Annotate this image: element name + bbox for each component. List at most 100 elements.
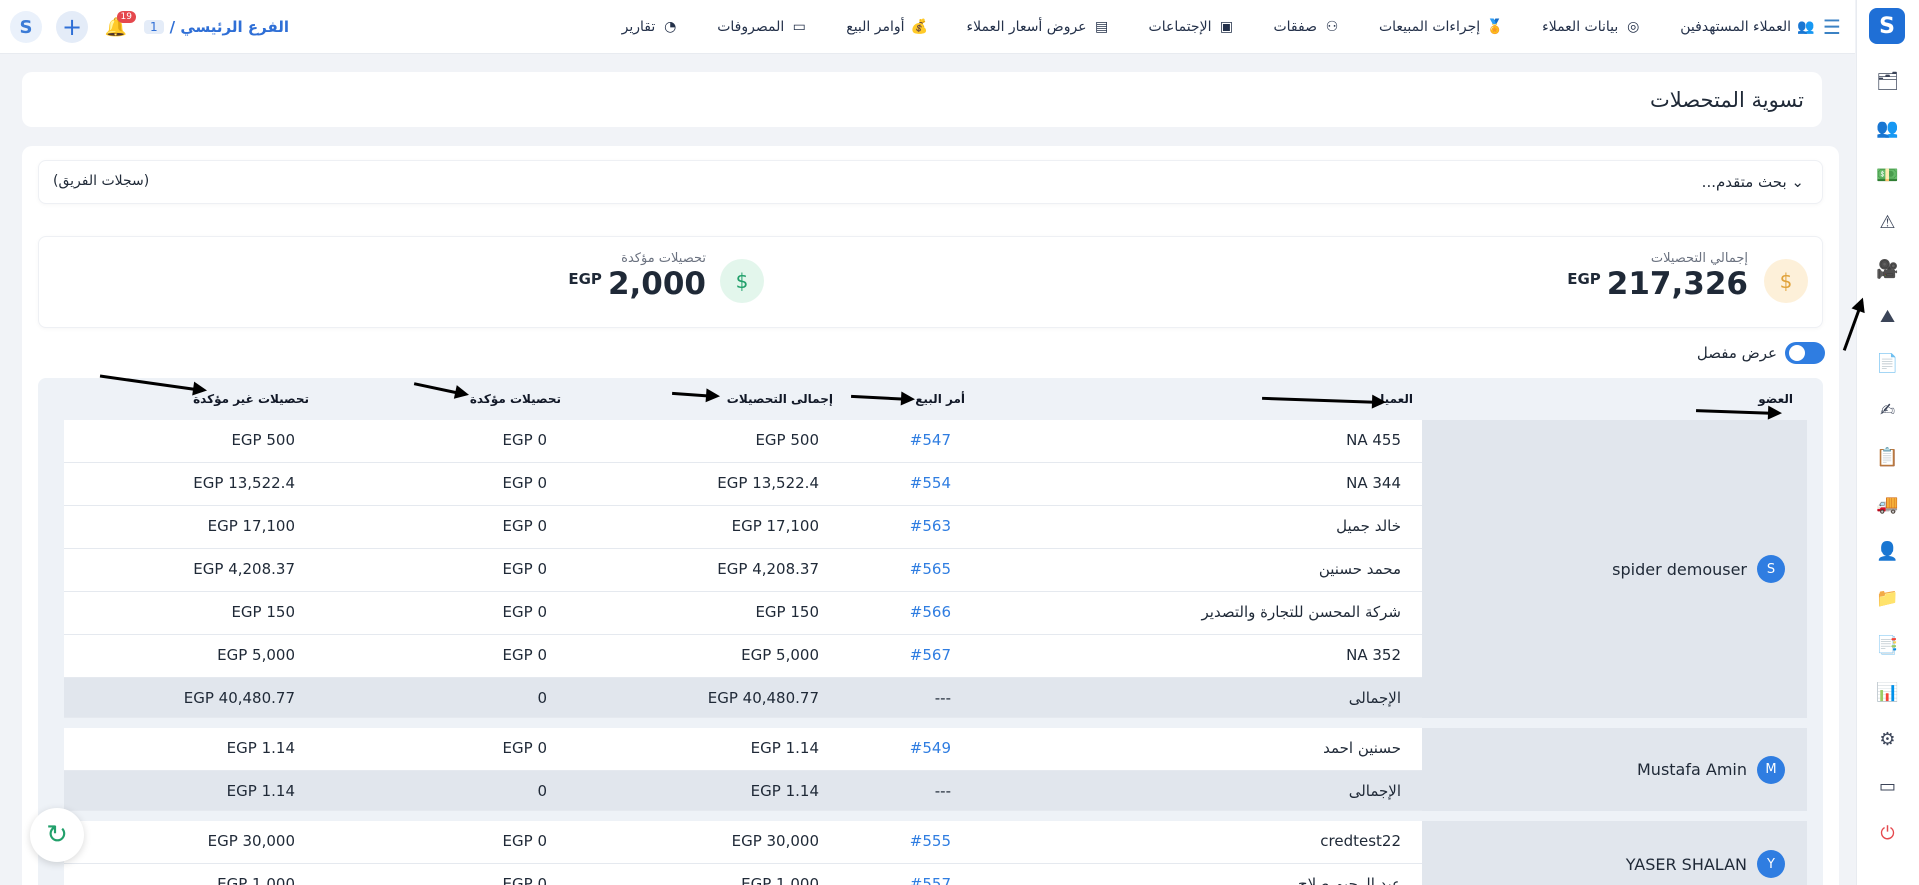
- sidebar-team-icon[interactable]: 👥: [1876, 105, 1898, 152]
- cell-order[interactable]: #567: [910, 646, 951, 664]
- avatar: S: [1757, 555, 1785, 583]
- cell-order[interactable]: #563: [910, 517, 951, 535]
- cell-unconfirmed: EGP 40,480.77: [183, 689, 295, 707]
- nav-item-label: المصروفات: [717, 18, 785, 35]
- sidebar-sign-icon[interactable]: ✍: [1880, 387, 1895, 434]
- sidebar-warning-icon[interactable]: ⚠: [1879, 199, 1895, 246]
- nav-item-8[interactable]: ◔ تقارير: [622, 18, 680, 36]
- nav-item-2[interactable]: 🏅 إجراءات المبيعات: [1379, 18, 1504, 36]
- sidebar-approval-icon[interactable]: 📑: [1876, 622, 1898, 669]
- cell-order[interactable]: #554: [910, 474, 951, 492]
- cell-customer: NA 455: [1346, 431, 1401, 449]
- nav-item-7[interactable]: ▭ المصروفات: [717, 18, 808, 36]
- sidebar-settings-icon[interactable]: ⚙: [1879, 716, 1895, 763]
- sidebar-user-settings-icon[interactable]: 👤: [1876, 528, 1898, 575]
- table-row: NA 352 #567 EGP 5,000 EGP 0 EGP 5,000: [64, 635, 1424, 678]
- cell-confirmed: EGP 0: [502, 431, 547, 449]
- sidebar-truck-icon[interactable]: 🚚: [1876, 481, 1898, 528]
- table-total-row: الإجمالى --- EGP 1.14 0 EGP 1.14: [64, 771, 1424, 811]
- sidebar-money-icon[interactable]: 💵: [1876, 152, 1898, 199]
- advanced-search-bar[interactable]: ⌄ بحث متقدم... (سجلات الفريق): [38, 160, 1823, 204]
- add-button[interactable]: +: [56, 11, 88, 43]
- advanced-search-toggle[interactable]: ⌄ بحث متقدم...: [1702, 173, 1804, 191]
- member-cell: Mustafa Amin M: [1422, 728, 1807, 811]
- cell-customer: محمد حسنين: [1318, 560, 1401, 578]
- sales-orders-icon: 💰: [910, 18, 929, 35]
- cell-order[interactable]: #555: [910, 832, 951, 850]
- cell-order[interactable]: #547: [910, 431, 951, 449]
- sidebar-file-settings-icon[interactable]: 🗂: [1876, 58, 1899, 105]
- cell-order[interactable]: #566: [910, 603, 951, 621]
- cell-order[interactable]: #565: [910, 560, 951, 578]
- table-row: شركة المحسن للتجارة والتصدير #566 EGP 150 E…: [64, 592, 1424, 635]
- meetings-icon: ▣: [1219, 18, 1234, 35]
- sidebar-logout-icon[interactable]: ⏻: [1880, 810, 1894, 857]
- table-header: العضو العميل أمر البيع إجمالى التحصيلات …: [38, 378, 1823, 420]
- cell-order: ---: [934, 782, 951, 800]
- nav-item-label: تقارير: [621, 18, 656, 35]
- cell-customer: الإجمالى: [1348, 782, 1401, 800]
- cell-confirmed: 0: [537, 689, 547, 707]
- cell-customer: خالد جميل: [1336, 517, 1401, 535]
- cell-order[interactable]: #549: [910, 739, 951, 757]
- chevron-down-icon: ⌄: [1791, 173, 1804, 191]
- branch-number: 1: [144, 20, 164, 34]
- collections-total-icon: $: [1764, 259, 1808, 303]
- customer-data-icon: ◎: [1627, 18, 1640, 35]
- detailed-view-toggle[interactable]: [1785, 342, 1825, 364]
- detailed-view-toggle-row: عرض مفصل: [1697, 342, 1825, 364]
- cell-customer: الإجمالى: [1348, 689, 1401, 707]
- total-collections-label: إجمالي التحصيلات: [1650, 251, 1748, 266]
- cell-confirmed: 0: [537, 782, 547, 800]
- sidebar-reports-icon[interactable]: 📊: [1876, 669, 1898, 716]
- page-title-card: تسوية المتحصلات: [22, 72, 1822, 127]
- stats-panel: $ إجمالي التحصيلات 217,326 EGP $ تحصيلات …: [38, 236, 1823, 328]
- table-total-row: الإجمالى --- EGP 40,480.77 0 EGP 40,480.77: [64, 678, 1424, 718]
- main-card: ⌄ بحث متقدم... (سجلات الفريق) $ إجمالي ا…: [22, 146, 1839, 885]
- cell-unconfirmed: EGP 500: [231, 431, 295, 449]
- cell-customer: NA 344: [1346, 474, 1401, 492]
- main-nav: 👥 العملاء المستهدفين ◎ بيانات العملاء 🏅 إجراء…: [584, 18, 1815, 36]
- cell-order[interactable]: #557: [910, 875, 951, 885]
- nav-item-label: بيانات العملاء: [1542, 18, 1619, 35]
- cell-customer: credtest22: [1320, 832, 1401, 850]
- header-order: أمر البيع: [915, 392, 965, 406]
- nav-item-4[interactable]: ▣ الإجتماعات: [1149, 18, 1236, 36]
- notification-badge: 19: [116, 11, 136, 23]
- sidebar-invoice-icon[interactable]: 📄: [1876, 340, 1898, 387]
- cell-confirmed: EGP 0: [502, 646, 547, 664]
- sidebar: S 🗂 👥 💵 ⚠ 🎥 ⛰ 📄 ✍ 📋 🚚 👤 📁 📑 📊 ⚙ ▭ ⏻: [1856, 0, 1919, 885]
- menu-icon[interactable]: ☰: [1815, 10, 1849, 44]
- sidebar-mountain-icon[interactable]: ⛰: [1880, 293, 1895, 340]
- loading-spinner-icon: ↻: [30, 808, 84, 862]
- total-collections-stat: إجمالي التحصيلات 217,326 EGP: [1567, 251, 1748, 302]
- brand-logo-icon[interactable]: S: [1869, 8, 1905, 44]
- app-logo-icon[interactable]: S: [10, 11, 42, 43]
- nav-item-3[interactable]: ⚇ صفقات: [1273, 18, 1341, 36]
- nav-item-label: العملاء المستهدفين: [1680, 18, 1791, 35]
- table-row: NA 344 #554 EGP 13,522.4 EGP 0 EGP 13,522.4: [64, 463, 1424, 506]
- nav-item-6[interactable]: 💰 أوامر البيع: [846, 18, 928, 36]
- sidebar-add-file-icon[interactable]: 📁: [1876, 575, 1898, 622]
- table-row: NA 455 #547 EGP 500 EGP 0 EGP 500: [64, 420, 1424, 463]
- cell-confirmed: EGP 0: [502, 603, 547, 621]
- nav-item-1[interactable]: ◎ بيانات العملاء: [1542, 18, 1642, 36]
- nav-item-5[interactable]: ▤ عروض أسعار العملاء: [967, 18, 1111, 36]
- header-total: إجمالى التحصيلات: [726, 392, 833, 406]
- sidebar-document-icon[interactable]: 📋: [1876, 434, 1898, 481]
- cell-customer: عبد الرحيم صلاح: [1297, 875, 1401, 885]
- sidebar-window-icon[interactable]: ▭: [1879, 763, 1896, 810]
- cell-total: EGP 4,208.37: [717, 560, 819, 578]
- branch-selector[interactable]: الفرع الرئيسي / 1: [144, 18, 289, 36]
- cell-total: EGP 30,000: [731, 832, 819, 850]
- cell-total: EGP 150: [755, 603, 819, 621]
- table-row: عبد الرحيم صلاح #557 EGP 1,000 EGP 0 EGP 1,0…: [64, 864, 1424, 885]
- header-member: العضو: [1758, 392, 1793, 406]
- notifications-bell-icon[interactable]: 🔔 19: [102, 11, 136, 41]
- total-collections-currency: EGP: [1567, 270, 1601, 288]
- nav-item-0[interactable]: 👥 العملاء المستهدفين: [1680, 18, 1815, 36]
- confirmed-collections-value: 2,000: [607, 266, 706, 302]
- sales-actions-icon: 🏅: [1486, 18, 1504, 35]
- sidebar-video-icon[interactable]: 🎥: [1876, 246, 1898, 293]
- cell-total: EGP 1.14: [750, 739, 819, 757]
